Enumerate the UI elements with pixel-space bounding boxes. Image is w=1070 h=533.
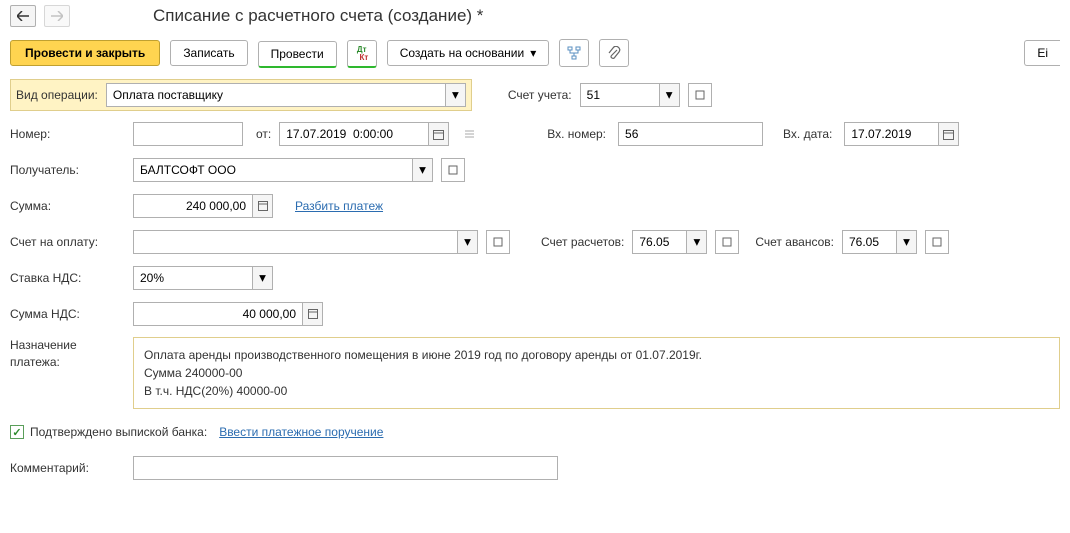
in-date-label: Вх. дата: bbox=[783, 127, 832, 141]
in-number-label: Вх. номер: bbox=[547, 127, 606, 141]
date-calendar[interactable] bbox=[428, 123, 448, 145]
purpose-line-1: Оплата аренды производственного помещени… bbox=[144, 346, 1049, 364]
recipient-dropdown[interactable]: ▾ bbox=[412, 159, 432, 181]
calendar-icon bbox=[433, 129, 444, 140]
open-icon bbox=[722, 237, 732, 247]
forward-button[interactable] bbox=[44, 5, 70, 27]
purpose-line-3: В т.ч. НДС(20%) 40000-00 bbox=[144, 382, 1049, 400]
vat-sum-label: Сумма НДС: bbox=[10, 307, 125, 321]
dtkt-icon: Дт Кт bbox=[355, 46, 368, 62]
vat-rate-label: Ставка НДС: bbox=[10, 271, 125, 285]
payment-purpose-label: Назначениеплатежа: bbox=[10, 337, 125, 371]
date-input[interactable] bbox=[280, 123, 428, 145]
back-button[interactable] bbox=[10, 5, 36, 27]
account-ledger-open[interactable] bbox=[688, 83, 712, 107]
more-button[interactable]: Ei bbox=[1024, 40, 1060, 66]
post-button[interactable]: Провести bbox=[258, 41, 337, 68]
vat-sum-input[interactable] bbox=[134, 303, 302, 325]
payment-purpose-box[interactable]: Оплата аренды производственного помещени… bbox=[133, 337, 1060, 409]
create-basis-label: Создать на основании bbox=[400, 46, 525, 60]
open-icon bbox=[493, 237, 503, 247]
operation-type-dropdown[interactable]: ▾ bbox=[445, 84, 465, 106]
payment-invoice-label: Счет на оплату: bbox=[10, 235, 125, 249]
settlements-account-input[interactable] bbox=[633, 231, 686, 253]
list-icon bbox=[464, 129, 475, 140]
confirmed-bank-label: Подтверждено выпиской банка: bbox=[30, 425, 207, 439]
date-extra-button[interactable] bbox=[457, 122, 481, 146]
operation-type-input[interactable] bbox=[107, 84, 445, 106]
account-ledger-label: Счет учета: bbox=[508, 88, 572, 102]
open-icon bbox=[695, 90, 705, 100]
settlements-account-label: Счет расчетов: bbox=[541, 235, 624, 249]
date-from-label: от: bbox=[256, 127, 271, 141]
calendar-icon bbox=[943, 129, 954, 140]
number-input[interactable] bbox=[134, 123, 242, 145]
advances-account-input[interactable] bbox=[843, 231, 896, 253]
hierarchy-icon bbox=[567, 46, 581, 60]
in-number-input[interactable] bbox=[619, 123, 762, 145]
in-date-calendar[interactable] bbox=[938, 123, 958, 145]
structure-button[interactable] bbox=[559, 39, 589, 67]
page-title: Списание с расчетного счета (создание) * bbox=[153, 6, 483, 26]
vat-sum-calculator[interactable] bbox=[302, 303, 322, 325]
calculator-icon bbox=[308, 309, 318, 319]
advances-account-label: Счет авансов: bbox=[755, 235, 834, 249]
sum-label: Сумма: bbox=[10, 199, 125, 213]
vat-rate-input[interactable] bbox=[134, 267, 252, 289]
attachment-button[interactable] bbox=[599, 39, 629, 67]
recipient-open[interactable] bbox=[441, 158, 465, 182]
settlements-account-open[interactable] bbox=[715, 230, 739, 254]
confirmed-bank-checkbox[interactable]: ✓ bbox=[10, 425, 24, 439]
split-payment-link[interactable]: Разбить платеж bbox=[295, 199, 383, 213]
recipient-label: Получатель: bbox=[10, 163, 125, 177]
number-label: Номер: bbox=[10, 127, 125, 141]
payment-invoice-dropdown[interactable]: ▾ bbox=[457, 231, 477, 253]
open-icon bbox=[932, 237, 942, 247]
open-icon bbox=[448, 165, 458, 175]
dtkt-button[interactable]: Дт Кт bbox=[347, 40, 377, 68]
settlements-account-dropdown[interactable]: ▾ bbox=[686, 231, 706, 253]
chevron-down-icon: ▾ bbox=[530, 46, 536, 60]
operation-type-label: Вид операции: bbox=[16, 88, 98, 102]
create-basis-button[interactable]: Создать на основании ▾ bbox=[387, 40, 550, 66]
payment-invoice-input[interactable] bbox=[134, 231, 457, 253]
recipient-input[interactable] bbox=[134, 159, 412, 181]
post-and-close-button[interactable]: Провести и закрыть bbox=[10, 40, 160, 66]
purpose-line-2: Сумма 240000-00 bbox=[144, 364, 1049, 382]
comment-input[interactable] bbox=[134, 457, 557, 479]
in-date-input[interactable] bbox=[845, 123, 938, 145]
save-button[interactable]: Записать bbox=[170, 40, 247, 66]
account-ledger-input[interactable] bbox=[581, 84, 659, 106]
comment-label: Комментарий: bbox=[10, 461, 125, 475]
enter-payment-order-link[interactable]: Ввести платежное поручение bbox=[219, 425, 383, 439]
paperclip-icon bbox=[607, 46, 621, 60]
account-ledger-dropdown[interactable]: ▾ bbox=[659, 84, 679, 106]
calculator-icon bbox=[258, 201, 268, 211]
sum-calculator[interactable] bbox=[252, 195, 272, 217]
sum-input[interactable] bbox=[134, 195, 252, 217]
advances-account-open[interactable] bbox=[925, 230, 949, 254]
vat-rate-dropdown[interactable]: ▾ bbox=[252, 267, 272, 289]
advances-account-dropdown[interactable]: ▾ bbox=[896, 231, 916, 253]
payment-invoice-open[interactable] bbox=[486, 230, 510, 254]
